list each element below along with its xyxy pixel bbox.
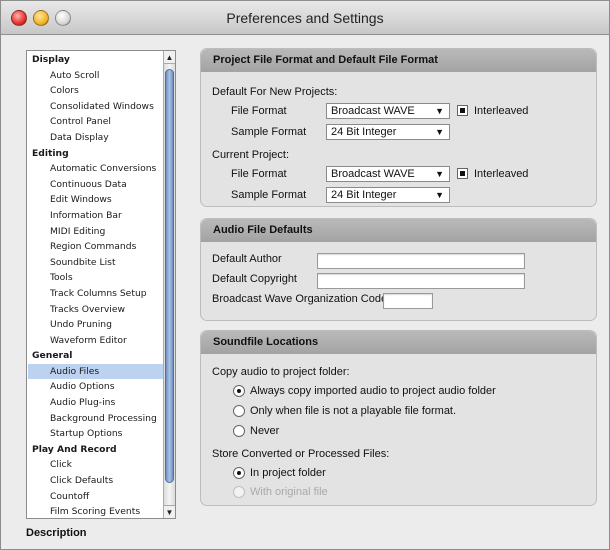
category-list-item[interactable]: Audio Files <box>28 363 164 380</box>
description-label: Description <box>26 527 87 539</box>
category-group-header: Editing <box>32 147 69 159</box>
store-files-label: Store Converted or Processed Files: <box>212 448 390 460</box>
category-list-item[interactable]: Data Display <box>28 130 164 146</box>
audio-defaults-panel-title: Audio File Defaults <box>201 219 596 242</box>
category-list-item[interactable]: Waveform Editor <box>28 333 164 349</box>
org-code-field[interactable] <box>383 293 433 309</box>
new-projects-label: Default For New Projects: <box>212 86 338 98</box>
new-interleaved-label: Interleaved <box>474 105 529 117</box>
file-format-panel-title: Project File Format and Default File For… <box>201 49 596 72</box>
category-list-item[interactable]: Continuous Data <box>28 177 164 193</box>
category-list-item[interactable]: Click Defaults <box>28 473 164 489</box>
category-list-item[interactable]: Click <box>28 457 164 473</box>
title-bar: Preferences and Settings <box>1 1 609 35</box>
chevron-down-icon: ▼ <box>435 127 444 137</box>
cur-interleaved-label: Interleaved <box>474 168 529 180</box>
copy-never-radio[interactable] <box>233 425 245 437</box>
category-list-item[interactable]: Tools <box>28 270 164 286</box>
category-list-item[interactable]: Countoff <box>28 489 164 505</box>
new-interleaved-checkbox[interactable] <box>457 105 468 116</box>
checkbox-check-icon <box>460 171 465 176</box>
store-with-original-radio <box>233 486 245 498</box>
current-project-label: Current Project: <box>212 149 290 161</box>
copy-audio-label: Copy audio to project folder: <box>212 366 350 378</box>
store-in-project-folder-radio[interactable] <box>233 467 245 479</box>
category-list: Display Auto Scroll Colors Consolidated Win… <box>28 52 164 519</box>
soundfile-panel-title: Soundfile Locations <box>201 331 596 354</box>
scroll-thumb[interactable] <box>165 69 174 483</box>
default-author-field[interactable] <box>317 253 525 269</box>
category-list-item[interactable]: Control Panel <box>28 114 164 130</box>
category-list-item[interactable]: Consolidated Windows <box>28 99 164 115</box>
store-with-original-label: With original file <box>250 486 328 498</box>
copy-always-label: Always copy imported audio to project au… <box>250 385 496 397</box>
cur-sample-format-value: 24 Bit Integer <box>331 189 397 201</box>
chevron-down-icon: ▼ <box>435 169 444 179</box>
default-copyright-label: Default Copyright <box>212 273 297 285</box>
copy-always-radio[interactable] <box>233 385 245 397</box>
cur-file-format-label: File Format <box>231 168 287 180</box>
new-file-format-label: File Format <box>231 105 287 117</box>
category-list-item[interactable]: Track Columns Setup <box>28 286 164 302</box>
category-list-item[interactable]: Undo Pruning <box>28 317 164 333</box>
category-list-item[interactable]: Startup Options <box>28 426 164 442</box>
category-list-item[interactable]: Audio Options <box>28 379 164 395</box>
category-list-item[interactable]: Region Commands <box>28 239 164 255</box>
category-list-item[interactable]: Colors <box>28 83 164 99</box>
category-list-item[interactable]: Automatic Conversions <box>28 161 164 177</box>
copy-when-not-playable-label: Only when file is not a playable file fo… <box>250 405 457 417</box>
cur-interleaved-checkbox[interactable] <box>457 168 468 179</box>
category-list-item[interactable]: Auto Scroll <box>28 68 164 84</box>
new-file-format-select[interactable]: Broadcast WAVE ▼ <box>326 103 450 119</box>
new-sample-format-value: 24 Bit Integer <box>331 126 397 138</box>
category-list-scrollbar[interactable]: ▲ ▼ <box>163 51 175 518</box>
category-list-item[interactable]: MIDI Editing <box>28 224 164 240</box>
audio-defaults-panel: Audio File Defaults Default Author Defau… <box>200 218 597 321</box>
chevron-down-icon: ▼ <box>435 106 444 116</box>
category-group-header: Display <box>32 54 70 65</box>
category-list-item[interactable]: Tracks Overview <box>28 302 164 318</box>
soundfile-locations-panel: Soundfile Locations Copy audio to projec… <box>200 330 597 506</box>
default-copyright-field[interactable] <box>317 273 525 289</box>
org-code-label: Broadcast Wave Organization Code <box>212 293 388 305</box>
radio-dot-icon <box>237 389 241 393</box>
category-list-item[interactable]: Soundbite List <box>28 255 164 271</box>
cur-sample-format-select[interactable]: 24 Bit Integer ▼ <box>326 187 450 203</box>
category-group-header: Play And Record <box>32 443 117 455</box>
new-file-format-value: Broadcast WAVE <box>331 105 415 117</box>
cur-file-format-select[interactable]: Broadcast WAVE ▼ <box>326 166 450 182</box>
checkbox-check-icon <box>460 108 465 113</box>
category-list-item[interactable]: Film Scoring Events <box>28 504 164 519</box>
new-sample-format-label: Sample Format <box>231 126 307 138</box>
category-list-item[interactable]: Information Bar <box>28 208 164 224</box>
chevron-down-icon: ▼ <box>435 190 444 200</box>
file-format-panel: Project File Format and Default File For… <box>200 48 597 207</box>
category-group-header: General <box>32 350 73 362</box>
copy-when-not-playable-radio[interactable] <box>233 405 245 417</box>
cur-sample-format-label: Sample Format <box>231 189 307 201</box>
store-in-project-folder-label: In project folder <box>250 467 326 479</box>
cur-file-format-value: Broadcast WAVE <box>331 168 415 180</box>
scroll-up-arrow-icon[interactable]: ▲ <box>164 51 175 64</box>
scroll-down-arrow-icon[interactable]: ▼ <box>164 505 175 518</box>
default-author-label: Default Author <box>212 253 282 265</box>
radio-dot-icon <box>237 471 241 475</box>
category-list-item[interactable]: Edit Windows <box>28 192 164 208</box>
copy-never-label: Never <box>250 425 280 437</box>
category-list-item[interactable]: Audio Plug-ins <box>28 395 164 411</box>
new-sample-format-select[interactable]: 24 Bit Integer ▼ <box>326 124 450 140</box>
category-list-item[interactable]: Background Processing <box>28 411 164 427</box>
category-list-box: Display Auto Scroll Colors Consolidated Win… <box>26 50 176 519</box>
window-title: Preferences and Settings <box>226 10 384 26</box>
preferences-window: Preferences and Settings Display Auto Scr… <box>0 0 610 550</box>
